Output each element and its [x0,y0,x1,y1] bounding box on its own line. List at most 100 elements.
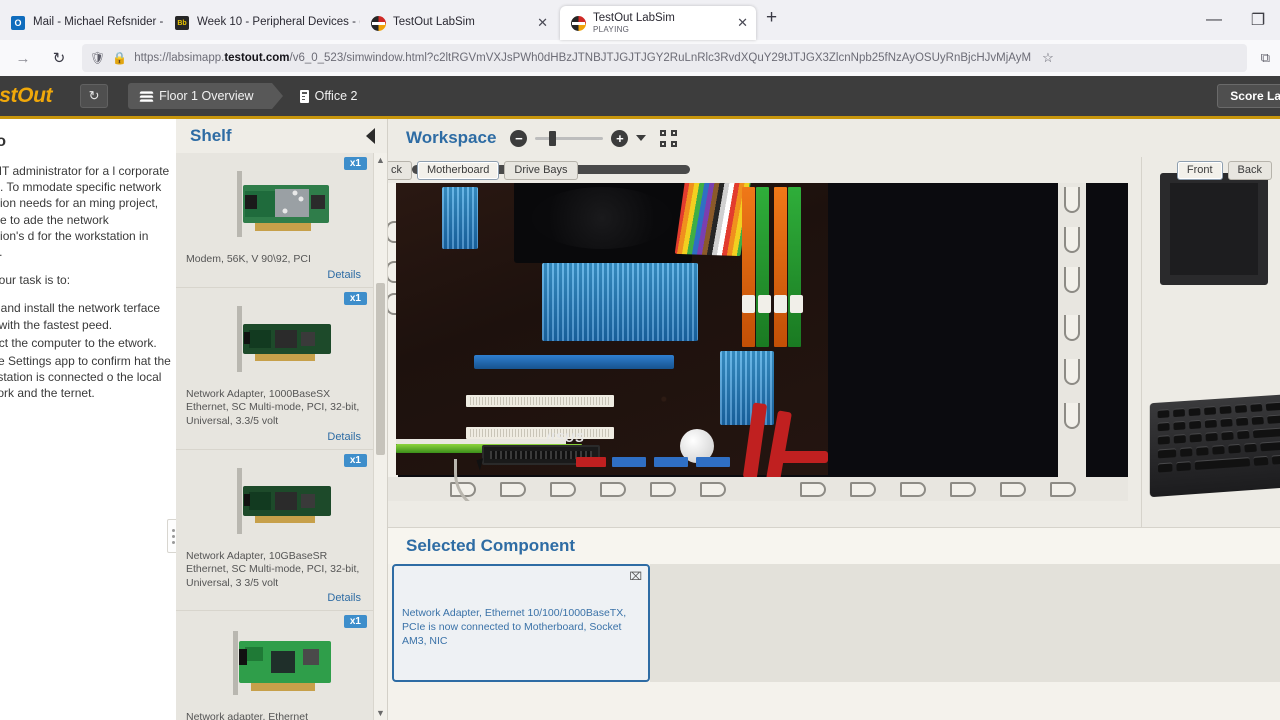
panel-resize-handle[interactable] [167,519,176,553]
motherboard-graphic[interactable]: /ISUS [396,183,828,482]
shelf-item-10-100basetx[interactable]: x1 Network adapter, Ethernet [176,611,373,720]
url-path: /v6_0_523/simwindow.html?c2ltRGVmVXJsPWh… [289,52,1032,64]
tab-close-icon[interactable]: ✕ [731,15,748,31]
tab-motherboard[interactable]: Motherboard [417,160,500,180]
scroll-up-icon[interactable]: ▲ [374,153,387,167]
zoom-out-icon[interactable]: − [510,129,528,147]
outlook-icon: O [10,15,26,31]
scenario-panel: enario are the IT administrator for a l … [0,119,176,720]
testout-logo: estOut [0,84,53,107]
tab-title: Week 10 - Peripheral Devices - ( [197,16,360,29]
new-tab-button[interactable]: + [756,7,787,33]
score-lab-button[interactable]: Score La [1217,84,1280,108]
shelf-item-list: x1 Modem, 56K, V 90\92, PCI Details x1 N… [176,153,387,720]
shelf-item-name: Network Adapter, 10GBaseSR Ethernet, SC … [186,549,360,589]
scrollbar-thumb[interactable] [376,283,385,455]
zoom-slider[interactable] [535,130,604,146]
minimize-button[interactable]: — [1192,0,1236,40]
layers-icon [139,90,154,102]
close-icon[interactable]: ⌧ [629,570,642,583]
computer-case-interior-image[interactable]: /ISUS [388,183,1141,501]
shelf-item-details-link[interactable]: Details [184,267,365,283]
chevron-down-icon[interactable] [636,135,647,141]
tab-front[interactable]: Front [1176,160,1223,180]
labsim-body: enario are the IT administrator for a l … [0,119,1280,720]
shelf-panel: Shelf x1 Modem, 56K, V 90\92, PCI Detail… [176,119,388,720]
shelf-item-10gbasesr[interactable]: x1 Network Adapter, 10GBaseSR Ethernet, … [176,449,373,612]
zoom-in-icon[interactable]: + [611,129,629,147]
reload-button[interactable]: ↻ [46,45,72,71]
breadcrumb-floor-1-overview[interactable]: Floor 1 Overview [128,83,284,109]
scenario-paragraph-2: is lab, your task is to: [0,273,71,288]
tab-close-icon[interactable]: ✕ [531,15,548,31]
keyboard-graphic[interactable] [1149,393,1280,498]
tab-title: TestOut LabSim [393,16,475,29]
forward-button[interactable]: → [10,45,36,71]
workspace-stage: ck Motherboard Drive Bays /ISUS Front Ba… [388,157,1280,527]
selected-component-message: Network Adapter, Ethernet 10/100/1000Bas… [402,607,627,648]
testout-icon [370,15,386,31]
tab-title: TestOut LabSim [593,11,675,24]
selected-component-card[interactable]: ⌧ Network Adapter, Ethernet 10/100/1000B… [392,564,650,682]
shelf-item-modem[interactable]: x1 Modem, 56K, V 90\92, PCI Details [176,153,373,288]
shelf-item-name: Network adapter, Ethernet 10/100BaseTX, … [186,711,308,720]
address-bar[interactable]: 🛡 🔒 https://labsimapp.testout.com/v6_0_5… [82,44,1247,72]
url-scheme: https://labsimapp. [134,52,225,64]
browser-tab-testout-playing[interactable]: TestOut LabSim PLAYING ✕ [560,6,756,40]
tab-back-cut[interactable]: ck [388,160,412,180]
workspace-side-view-tabs: Front Back [1176,157,1272,183]
bookmark-star-icon[interactable]: ☆ [1042,50,1054,66]
shield-icon[interactable]: 🛡 [90,51,105,65]
scenario-task: onnect the computer to the etwork. [0,335,176,351]
workspace-viewport: ck Motherboard Drive Bays /ISUS [388,157,1142,527]
breadcrumb-label: Office 2 [314,89,358,103]
labsim-app: estOut ↻ Floor 1 Overview Office 2 Score… [0,76,1280,720]
shelf-scrollbar[interactable]: ▲ ▼ [373,153,387,720]
nic-card-thumbnail [184,456,365,548]
tab-drive-bays[interactable]: Drive Bays [504,160,578,180]
modem-card-thumbnail [184,159,365,251]
workspace-side-view: Front Back [1142,157,1280,527]
selected-component-panel: Selected Component ⌧ Network Adapter, Et… [388,527,1280,720]
navigation-bar: → ↻ 🛡 🔒 https://labsimapp.testout.com/v6… [0,40,1280,76]
restore-button[interactable]: ❐ [1236,0,1280,40]
shelf-item-1000basesx[interactable]: x1 Network Adapter, 1000BaseSX Ethernet,… [176,287,373,450]
browser-tab-testout-1[interactable]: TestOut LabSim ✕ [360,6,556,40]
scenario-task: se the Settings app to confirm hat the w… [0,353,176,402]
lock-icon: 🔒 [112,51,128,65]
shelf-item-quantity: x1 [343,615,367,629]
shelf-title: Shelf [190,126,232,145]
desk-scene-image[interactable] [1142,173,1280,527]
scenario-paragraph-1: are the IT administrator for a l corpora… [0,164,170,259]
tab-back[interactable]: Back [1227,160,1272,180]
scroll-down-icon[interactable]: ▼ [374,706,387,720]
extensions-icon[interactable]: ⧉ [1257,50,1270,66]
tower-icon [299,89,309,103]
selected-component-empty-area [650,564,1280,682]
browser-tab-outlook[interactable]: O Mail - Michael Refsnider - Outlo ✕ [0,6,164,40]
url-text: https://labsimapp.testout.com/v6_0_523/s… [134,52,1031,64]
shelf-item-name: Network Adapter, 1000BaseSX Ethernet, SC… [186,387,360,427]
zoom-slider-knob[interactable] [549,130,557,146]
browser-tab-blackboard[interactable]: Bb Week 10 - Peripheral Devices - ( ✕ [164,6,360,40]
workspace-view-tabs: ck Motherboard Drive Bays [388,157,578,183]
shelf-item-name: Modem, 56K, V 90\92, PCI [186,253,311,265]
breadcrumb-office-2[interactable]: Office 2 [288,83,372,109]
url-domain: testout.com [224,52,290,64]
shelf-item-details-link[interactable]: Details [184,429,365,445]
fullscreen-icon[interactable] [660,129,678,147]
collapse-left-icon[interactable] [366,128,375,144]
browser-window: O Mail - Michael Refsnider - Outlo ✕ Bb … [0,0,1280,720]
tab-strip: O Mail - Michael Refsnider - Outlo ✕ Bb … [0,0,1280,40]
nic-card-thumbnail [184,617,365,709]
workspace-panel: Workspace − + ck Motherboard Drive Bays … [388,119,1280,720]
labsim-header: estOut ↻ Floor 1 Overview Office 2 Score… [0,76,1280,116]
workspace-title: Workspace [406,128,497,147]
shelf-item-details-link[interactable]: Details [184,590,365,606]
scenario-task-list: elect and install the network terface ca… [0,300,176,401]
nic-card-thumbnail [184,294,365,386]
blackboard-icon: Bb [174,15,190,31]
monitor-graphic[interactable] [1160,173,1268,285]
shelf-header: Shelf [176,119,387,153]
refresh-button[interactable]: ↻ [80,84,109,108]
